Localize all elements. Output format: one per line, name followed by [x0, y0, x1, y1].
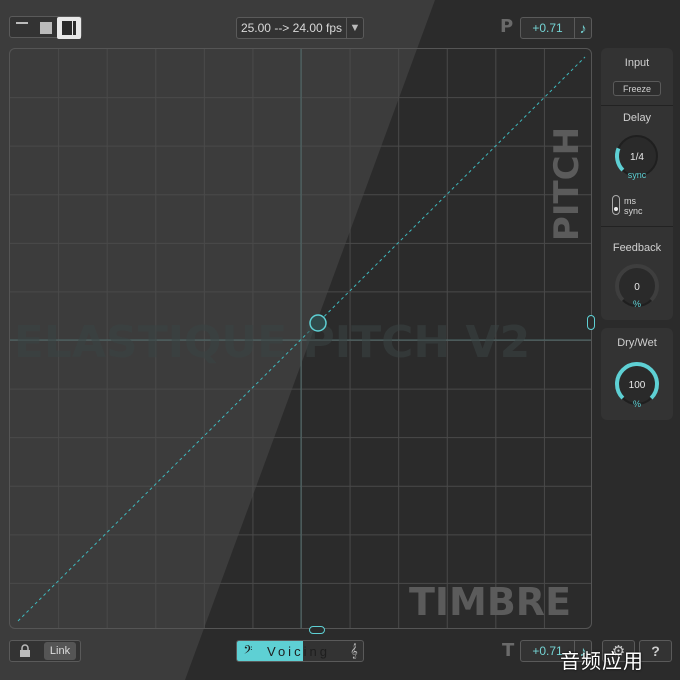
pitch-slider-handle[interactable] [587, 315, 595, 330]
view-small-button[interactable] [10, 17, 34, 39]
divider [601, 105, 673, 106]
voicing-label: Voicing [267, 643, 330, 659]
timbre-letter: T [502, 640, 515, 661]
feedback-knob[interactable]: 0 % [611, 260, 663, 312]
delay-mode-toggle[interactable] [612, 195, 620, 215]
feedback-unit: % [633, 299, 641, 309]
view-medium-button[interactable] [34, 17, 58, 39]
treble-clef-icon: 𝄞 [350, 643, 358, 658]
delay-value: 1/4 [630, 152, 644, 163]
music-note-icon[interactable]: ♪ [574, 17, 591, 39]
drywet-knob[interactable]: 100 % [611, 358, 663, 410]
fps-label: 25.00 --> 24.00 fps [240, 21, 343, 35]
fps-selector[interactable]: 25.00 --> 24.00 fps ▼ [236, 17, 364, 39]
view-size-selector [9, 16, 82, 39]
pitch-value: +0.71 [532, 21, 563, 35]
freeze-button[interactable]: Freeze [613, 81, 661, 96]
help-icon: ? [651, 643, 660, 659]
drywet-unit: % [633, 399, 641, 409]
drywet-panel: Dry/Wet 100 % [601, 328, 673, 420]
view-large-button[interactable] [57, 17, 82, 39]
feedback-label: Feedback [612, 242, 662, 254]
delay-mode-ms[interactable]: ms [624, 196, 643, 206]
link-button[interactable]: Link [44, 642, 76, 660]
link-control: Link [9, 640, 81, 662]
pitch-axis-label: PITCH [547, 127, 587, 241]
chevron-down-icon[interactable]: ▼ [346, 17, 363, 39]
lock-icon[interactable] [10, 644, 40, 658]
timbre-axis-label: TIMBRE [409, 580, 571, 624]
input-label: Input [624, 57, 650, 69]
pitch-timbre-graph[interactable]: ELASTIQUE PITCH V2 PITCH TIMBRE [9, 48, 592, 629]
delay-knob[interactable]: 1/4 sync [611, 130, 663, 182]
timbre-slider-handle[interactable] [309, 626, 325, 634]
control-point[interactable] [309, 314, 327, 332]
divider [601, 226, 673, 227]
delay-mode-sync[interactable]: sync [624, 206, 643, 216]
feedback-value: 0 [634, 282, 640, 293]
drywet-value: 100 [629, 380, 646, 391]
pitch-value-field[interactable]: +0.71 ♪ [520, 17, 592, 39]
drywet-label: Dry/Wet [617, 337, 657, 349]
graph-title-watermark: ELASTIQUE PITCH V2 [14, 317, 530, 368]
bass-clef-icon: 𝄢 [243, 642, 253, 659]
delay-label: Delay [622, 112, 652, 124]
site-watermark: 音频应用 [560, 649, 644, 673]
pitch-letter: P [500, 16, 514, 37]
input-delay-panel: Input Freeze Delay 1/4 sync ms sync Feed… [601, 48, 673, 320]
voicing-selector[interactable]: 𝄢 Voicing 𝄞 [236, 640, 364, 662]
delay-unit: sync [628, 170, 647, 180]
